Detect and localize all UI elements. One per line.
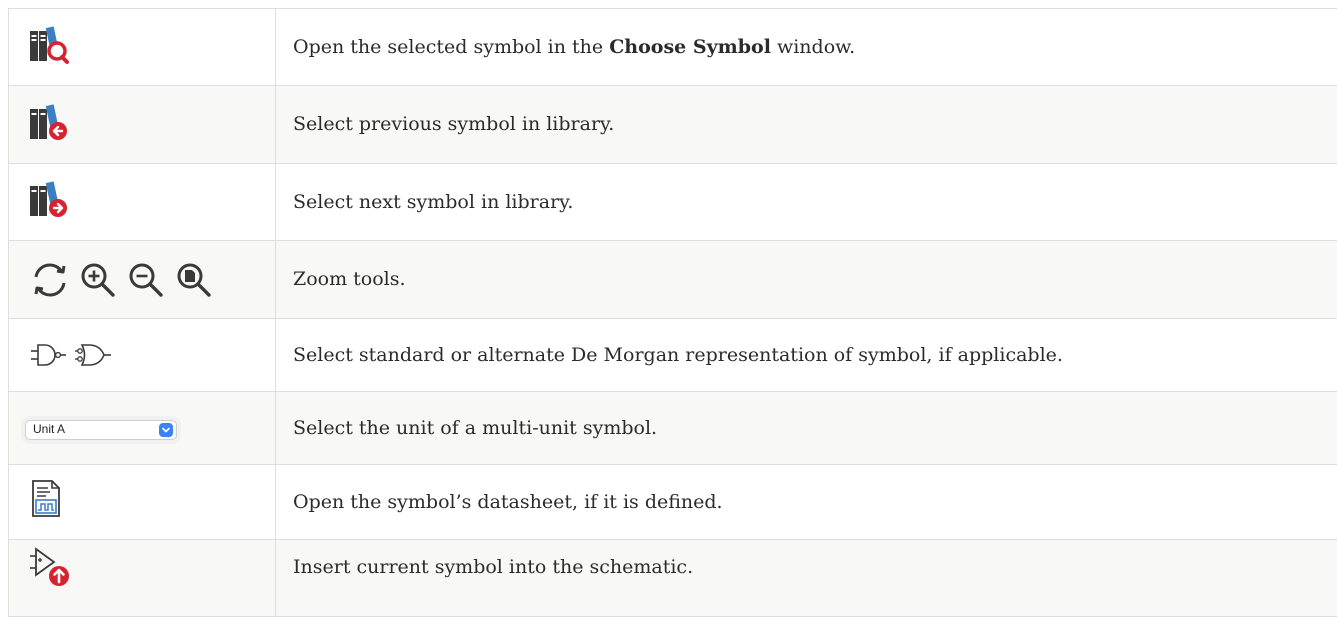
table-row: Open the selected symbol in the Choose S… <box>8 8 1337 86</box>
icon-cell <box>8 464 276 540</box>
unit-select-value: Unit A <box>33 422 66 437</box>
demorgan-group <box>28 340 275 370</box>
icon-cell <box>8 318 276 392</box>
description-cell: Open the symbol’s datasheet, if it is de… <box>275 464 1337 540</box>
insert-symbol-icon[interactable] <box>28 546 72 590</box>
icon-cell <box>8 163 276 241</box>
next-symbol-icon[interactable] <box>28 178 70 220</box>
description-text-end: window. <box>770 35 856 58</box>
icon-cell <box>8 8 276 86</box>
description-cell: Select standard or alternate De Morgan r… <box>275 318 1337 392</box>
description-cell: Insert current symbol into the schematic… <box>275 539 1337 617</box>
previous-symbol-icon[interactable] <box>28 101 70 143</box>
zoom-tools-group <box>28 258 275 302</box>
table-row: Select next symbol in library. <box>8 163 1337 241</box>
description-cell: Select the unit of a multi-unit symbol. <box>275 391 1337 465</box>
toolbar-reference-table: Open the selected symbol in the Choose S… <box>8 8 1337 617</box>
demorgan-alternate-icon[interactable] <box>74 340 116 370</box>
description-cell: Open the selected symbol in the Choose S… <box>275 8 1337 86</box>
table-row: Unit A Select the unit of a multi-unit s… <box>8 391 1337 465</box>
datasheet-icon[interactable] <box>28 479 64 519</box>
refresh-icon[interactable] <box>28 258 72 302</box>
table-row: Select previous symbol in library. <box>8 85 1337 164</box>
demorgan-standard-icon[interactable] <box>28 340 70 370</box>
choose-symbol-label: Choose Symbol <box>609 35 771 58</box>
table-row: Select standard or alternate De Morgan r… <box>8 318 1337 392</box>
zoom-out-icon[interactable] <box>124 258 168 302</box>
icon-cell <box>8 85 276 164</box>
icon-cell: Unit A <box>8 391 276 465</box>
icon-cell <box>8 539 276 617</box>
description-cell: Zoom tools. <box>275 240 1337 319</box>
table-row: Open the symbol’s datasheet, if it is de… <box>8 464 1337 540</box>
table-row: Insert current symbol into the schematic… <box>8 539 1337 617</box>
description-cell: Select next symbol in library. <box>275 163 1337 241</box>
table-row: Zoom tools. <box>8 240 1337 319</box>
chevron-down-icon <box>159 422 173 437</box>
description-text: Open the selected symbol in the <box>293 35 610 58</box>
icon-cell <box>8 240 276 319</box>
description-cell: Select previous symbol in library. <box>275 85 1337 164</box>
zoom-in-icon[interactable] <box>76 258 120 302</box>
zoom-fit-icon[interactable] <box>172 258 216 302</box>
library-browse-icon[interactable] <box>28 23 70 65</box>
unit-select[interactable]: Unit A <box>25 419 177 440</box>
